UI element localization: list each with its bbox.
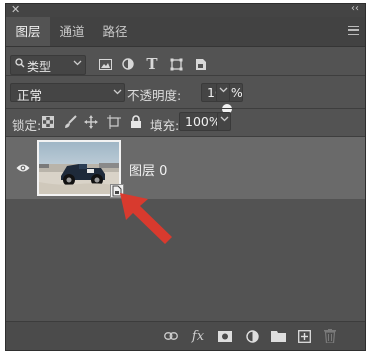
divider [6,108,365,109]
chevron-down-icon [220,115,229,125]
chevron-down-icon [219,86,228,96]
new-adjustment-layer-icon[interactable] [243,328,261,344]
layer-thumbnail [37,140,121,196]
fx-icon[interactable]: fx [189,328,207,344]
layers-panel: ✕ ‹‹ 图层 通道 路径 类型 T 正常 不透明度: 锁定: 填充: 100%… [5,3,366,351]
lock-all-icon[interactable] [129,114,143,130]
blend-mode-select[interactable]: 正常 [10,83,125,103]
new-layer-icon[interactable] [295,328,313,344]
fill-value: 100% [185,114,221,129]
lock-image-pixels-icon[interactable] [63,114,77,130]
filter-icons: T [6,55,365,123]
blend-mode-value: 正常 [17,88,43,103]
opacity-dropdown-button[interactable] [216,83,230,102]
fill-label: 填充: [150,118,180,133]
annotation-arrow [120,193,172,244]
delete-layer-icon[interactable] [321,328,339,344]
lock-position-icon[interactable] [84,114,98,130]
tab-layers[interactable]: 图层 [6,17,50,46]
lock-artboard-icon[interactable] [107,114,121,130]
panel-tabbar: 图层 通道 路径 [6,17,365,47]
tab-paths[interactable]: 路径 [94,17,136,46]
type-layer-filter-icon[interactable]: T [144,55,160,73]
divider [6,75,365,76]
fill-dropdown-button[interactable] [217,112,231,131]
link-layers-icon[interactable] [162,328,180,344]
lock-label: 锁定: [12,118,42,133]
opacity-label: 不透明度: [127,88,182,103]
panel-title-strip: ✕ ‹‹ [6,4,365,17]
hamburger-menu-icon[interactable] [348,26,359,35]
layer-name[interactable]: 图层 0 [129,160,167,179]
layers-bottom-toolbar: fx [6,321,365,350]
fill-input[interactable]: 100% [179,112,221,131]
shape-layer-filter-icon[interactable] [168,55,184,73]
collapse-panel-button[interactable]: ‹‹ [351,4,359,14]
chevron-down-icon [113,88,122,98]
add-mask-icon[interactable] [216,328,234,344]
pixel-layer-filter-icon[interactable] [97,55,113,73]
close-panel-button[interactable]: ✕ [11,4,20,16]
eye-icon[interactable] [16,162,30,176]
adjustment-layer-filter-icon[interactable] [120,55,136,73]
new-group-icon[interactable] [269,328,287,344]
fx-label: fx [191,328,205,344]
lock-transparent-pixels-icon[interactable] [41,114,55,130]
smart-object-filter-icon[interactable] [193,55,209,73]
tab-channels[interactable]: 通道 [51,17,93,46]
layer-row[interactable]: 图层 0 [6,137,365,199]
